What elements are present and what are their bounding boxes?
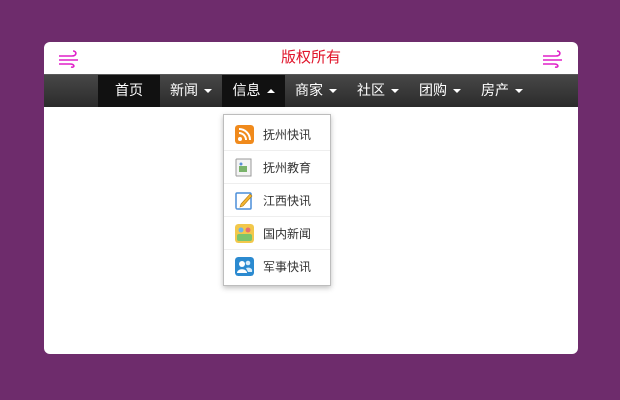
nav-item-label: 团购	[419, 83, 447, 99]
nav-item-label: 社区	[357, 83, 385, 99]
nav-item-merchants[interactable]: 商家	[285, 75, 347, 107]
nav-item-label: 房产	[481, 83, 509, 99]
nav-item-label: 新闻	[170, 83, 198, 99]
menu-item-label: 抚州快讯	[263, 127, 312, 142]
edit-note-icon	[235, 191, 253, 210]
menu-item-military-news[interactable]: 军事快讯	[224, 250, 330, 283]
community-icon	[235, 223, 254, 243]
info-dropdown-menu: 抚州快讯 抚州教育 江西快讯 国内新闻 军事快讯	[223, 114, 331, 286]
caret-down-icon	[515, 89, 523, 93]
users-icon	[235, 257, 254, 276]
menu-item-jiangxi-news[interactable]: 江西快讯	[224, 184, 330, 217]
nav-item-realestate[interactable]: 房产	[471, 75, 533, 107]
caret-down-icon	[329, 89, 337, 93]
broken-image-icon	[235, 158, 252, 176]
nav-item-label: 商家	[295, 83, 323, 99]
nav-item-home[interactable]: 首页	[98, 75, 160, 107]
caret-up-icon	[266, 89, 275, 93]
wind-decoration-icon	[543, 50, 562, 68]
menu-item-label: 国内新闻	[263, 226, 312, 241]
main-panel: 版权所有 首页 新闻 信息 商家 社区 团购 房产 抚州快讯 抚州教育 江西快讯…	[44, 42, 578, 354]
rss-icon	[235, 124, 254, 144]
menu-item-label: 抚州教育	[263, 160, 312, 175]
caret-down-icon	[391, 89, 399, 93]
menu-item-fuzhou-news[interactable]: 抚州快讯	[224, 118, 330, 151]
caret-down-icon	[204, 89, 212, 93]
nav-item-groupbuy[interactable]: 团购	[409, 75, 471, 107]
menu-item-label: 军事快讯	[263, 260, 312, 274]
nav-item-label: 首页	[115, 83, 143, 99]
top-bar: 版权所有	[44, 42, 578, 74]
menu-item-label: 江西快讯	[263, 193, 312, 208]
nav-item-news[interactable]: 新闻	[160, 75, 222, 107]
page-title: 版权所有	[280, 48, 341, 66]
nav-item-label: 信息	[232, 83, 261, 99]
nav-item-community[interactable]: 社区	[347, 75, 409, 107]
nav-item-info[interactable]: 信息	[222, 75, 285, 107]
caret-down-icon	[453, 89, 461, 93]
menu-item-fuzhou-education[interactable]: 抚州教育	[224, 151, 330, 184]
menu-item-domestic-news[interactable]: 国内新闻	[224, 217, 330, 250]
main-navbar: 首页 新闻 信息 商家 社区 团购 房产	[44, 74, 578, 107]
